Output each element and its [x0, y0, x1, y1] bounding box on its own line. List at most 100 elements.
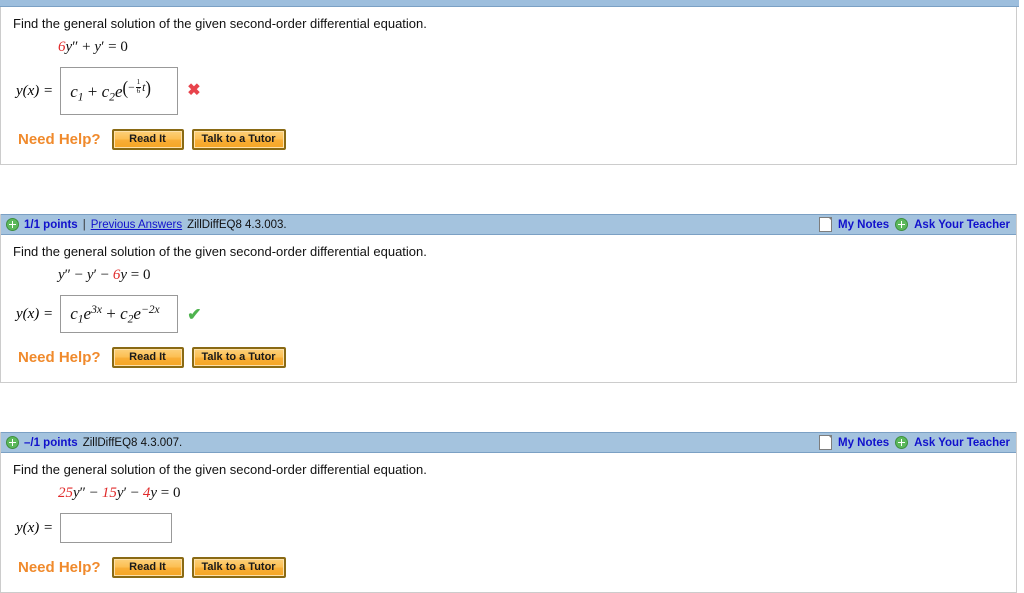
page-top-strip	[0, 0, 1019, 7]
problem-header-3: –/1 points ZillDiffEQ8 4.3.007. My Notes…	[1, 432, 1016, 453]
equation-operator: −	[130, 485, 140, 501]
ask-teacher-plus-icon[interactable]	[895, 436, 909, 449]
equation-variable: y	[73, 485, 80, 501]
answer-fraction: 16	[135, 79, 142, 96]
answer-minus: −	[128, 81, 135, 95]
header-separator: |	[82, 218, 86, 231]
equation-coefficient: 25	[58, 485, 73, 501]
my-notes-link-3[interactable]: My Notes	[838, 437, 889, 449]
paren-open: (	[122, 76, 129, 99]
problem-id-3: ZillDiffEQ8 4.3.007.	[82, 436, 183, 449]
talk-to-a-tutor-button[interactable]: Talk to a Tutor	[191, 129, 286, 150]
previous-answers-link-2[interactable]: Previous Answers	[91, 219, 182, 231]
points-label-3: –/1 points	[24, 436, 78, 449]
equation-prime-single: ′	[101, 39, 105, 55]
answer-expression-2: c1e3x + c2e−2x	[70, 303, 159, 326]
expand-plus-icon[interactable]	[6, 218, 19, 231]
problem-header-left-3: –/1 points ZillDiffEQ8 4.3.007.	[6, 436, 182, 449]
my-notes-link-2[interactable]: My Notes	[838, 219, 889, 231]
notes-page-icon[interactable]	[819, 435, 832, 450]
equation-prime-double: ″	[64, 267, 71, 283]
problem-header-2: 1/1 points | Previous Answers ZillDiffEQ…	[1, 214, 1016, 235]
incorrect-icon: ✖	[187, 82, 201, 99]
answer-exponent-2: −2x	[140, 302, 160, 316]
problem-panel-3: –/1 points ZillDiffEQ8 4.3.007. My Notes…	[0, 432, 1017, 593]
problem-panel-2: 1/1 points | Previous Answers ZillDiffEQ…	[0, 214, 1017, 383]
ask-your-teacher-link-2[interactable]: Ask Your Teacher	[914, 219, 1010, 231]
equation-operator: −	[89, 485, 99, 501]
need-help-row-3: Need Help? Read It Talk to a Tutor	[18, 557, 1016, 592]
equation-equals: =	[108, 39, 117, 55]
read-it-button[interactable]: Read It	[111, 557, 184, 578]
problem-body-2: Find the general solution of the given s…	[1, 235, 1016, 382]
answer-input-2[interactable]: c1e3x + c2e−2x	[60, 295, 179, 333]
problem-header-right-2: My Notes Ask Your Teacher	[819, 217, 1010, 232]
equation-prime-single: ′	[93, 267, 97, 283]
need-help-row-1: Need Help? Read It Talk to a Tutor	[18, 129, 1016, 164]
need-help-row-2: Need Help? Read It Talk to a Tutor	[18, 347, 1016, 382]
problem-body-3: Find the general solution of the given s…	[1, 453, 1016, 592]
equation-prime-double: ″	[72, 39, 79, 55]
answer-plus: +	[106, 303, 116, 323]
ask-your-teacher-link-3[interactable]: Ask Your Teacher	[914, 437, 1010, 449]
answer-input-1[interactable]: c1 + c2e(− 1 6 t)	[60, 67, 179, 115]
equation-variable: y	[116, 485, 124, 501]
problem-prompt-3: Find the general solution of the given s…	[13, 462, 427, 477]
problem-body-1: Find the general solution of the given s…	[1, 7, 1016, 164]
problem-header-right-3: My Notes Ask Your Teacher	[819, 435, 1010, 450]
correct-icon: ✔	[187, 304, 202, 324]
equation-variable: y	[120, 267, 127, 283]
problem-id-2: ZillDiffEQ8 4.3.003.	[187, 218, 287, 231]
need-help-label: Need Help?	[18, 131, 101, 148]
problem-prompt-1: Find the general solution of the given s…	[13, 16, 427, 31]
answer-c: c	[70, 82, 78, 102]
answer-row-3: y(x) =	[16, 513, 1016, 543]
answer-lhs-label-3: y(x) =	[16, 519, 54, 536]
talk-to-a-tutor-button[interactable]: Talk to a Tutor	[191, 347, 286, 368]
panel-gap	[0, 165, 1024, 214]
answer-row-1: y(x) = c1 + c2e(− 1 6 t) ✖	[16, 67, 1016, 115]
read-it-button[interactable]: Read It	[111, 347, 184, 368]
equation-rhs: 0	[172, 485, 181, 501]
equation-variable: y	[58, 267, 65, 283]
equation-rhs: 0	[120, 39, 128, 55]
equation-prime-single: ′	[123, 485, 127, 501]
answer-c: c	[120, 303, 128, 323]
panel-gap	[0, 383, 1024, 432]
differential-equation-2: y″ − y′ − 6y = 0	[58, 267, 1016, 284]
answer-input-3[interactable]	[60, 513, 173, 543]
answer-row-2: y(x) = c1e3x + c2e−2x ✔	[16, 295, 1016, 333]
answer-exponent-1: 3x	[91, 302, 102, 316]
differential-equation-3: 25y″ − 15y′ − 4y = 0	[58, 485, 1016, 502]
answer-lhs-label-1: y(x) =	[16, 82, 54, 99]
expand-plus-icon[interactable]	[6, 436, 19, 449]
paren-close: )	[145, 76, 151, 99]
equation-prime-double: ″	[79, 485, 86, 501]
talk-to-a-tutor-button[interactable]: Talk to a Tutor	[191, 557, 286, 578]
ask-teacher-plus-icon[interactable]	[895, 218, 909, 231]
answer-expression-1: c1 + c2e(− 1 6 t)	[70, 77, 151, 104]
equation-coefficient: 15	[101, 485, 117, 501]
equation-equals: =	[160, 485, 170, 501]
problem-panel-1: Find the general solution of the given s…	[0, 7, 1017, 165]
equation-operator: −	[74, 267, 84, 283]
problem-prompt-2: Find the general solution of the given s…	[13, 244, 427, 259]
answer-c: c	[70, 303, 78, 323]
answer-lhs-label-2: y(x) =	[16, 305, 54, 322]
equation-equals: =	[130, 267, 140, 283]
answer-e: e	[133, 303, 141, 323]
need-help-label: Need Help?	[18, 349, 101, 366]
equation-rhs: 0	[142, 267, 151, 283]
answer-plus: +	[87, 82, 98, 102]
need-help-label: Need Help?	[18, 559, 101, 576]
equation-variable: y	[150, 485, 157, 501]
answer-exponent-1: (− 1 6 t)	[122, 77, 150, 99]
notes-page-icon[interactable]	[819, 217, 832, 232]
equation-operator: +	[82, 39, 91, 55]
equation-operator: −	[100, 267, 110, 283]
points-label-2: 1/1 points	[24, 218, 78, 231]
equation-variable: y	[86, 267, 94, 283]
fraction-denominator: 6	[136, 87, 141, 96]
differential-equation-1: 6y″ + y′ = 0	[58, 39, 1016, 56]
read-it-button[interactable]: Read It	[111, 129, 184, 150]
